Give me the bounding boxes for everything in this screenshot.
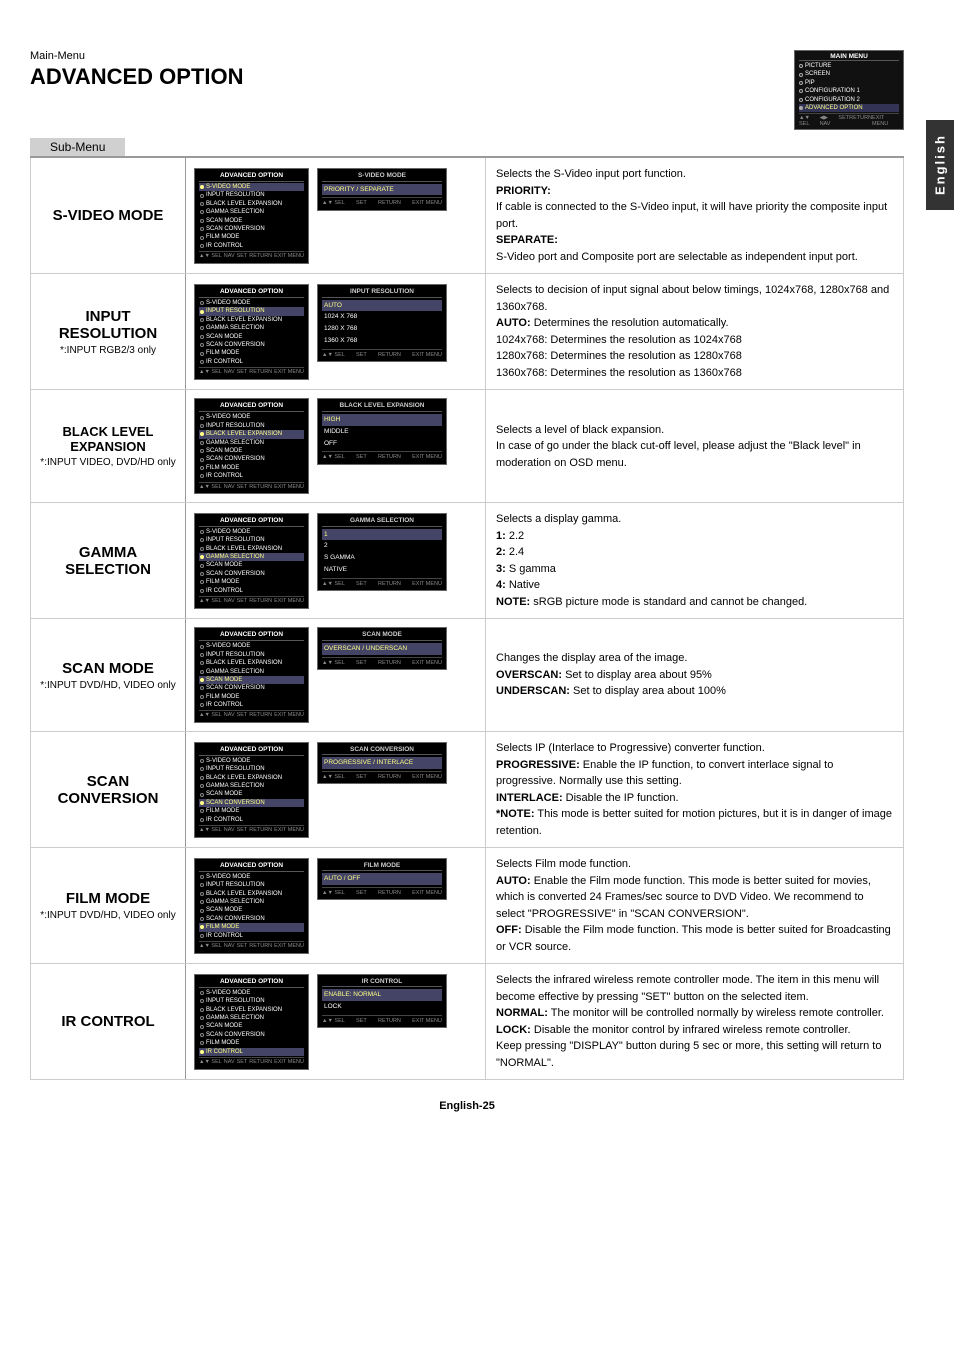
osd-inner: ADVANCED OPTIONS-VIDEO MODEINPUT RESOLUT…	[194, 742, 477, 838]
top-osd-item-active: ADVANCED OPTION	[799, 104, 899, 112]
osd-left-gamma-selection: ADVANCED OPTIONS-VIDEO MODEINPUT RESOLUT…	[194, 513, 309, 609]
section-row-gamma-selection: GAMMA SELECTION ADVANCED OPTIONS-VIDEO M…	[31, 503, 904, 619]
feature-name-text: SCAN MODE	[36, 660, 180, 677]
submenu-label: Sub-Menu	[30, 138, 125, 156]
description-scan-conversion: Selects IP (Interlace to Progressive) co…	[486, 732, 904, 848]
osd-screens-scan-conversion: ADVANCED OPTIONS-VIDEO MODEINPUT RESOLUT…	[186, 732, 486, 848]
top-osd-item: CONFIGURATION 2	[799, 96, 899, 104]
feature-name-text: GAMMA SELECTION	[36, 544, 180, 578]
feature-name-text: S-VIDEO MODE	[36, 207, 180, 224]
feature-name-scan-conversion: SCAN CONVERSION	[31, 732, 186, 848]
osd-right-input-resolution: INPUT RESOLUTIONAUTO1024 X 7681280 X 768…	[317, 284, 447, 362]
main-menu-label: Main-Menu	[30, 50, 244, 62]
header-section: Main-Menu ADVANCED OPTION MAIN MENU PICT…	[30, 50, 904, 130]
dot-icon	[799, 81, 803, 85]
osd-inner: ADVANCED OPTIONS-VIDEO MODEINPUT RESOLUT…	[194, 627, 477, 723]
tab-label: English	[933, 135, 948, 196]
description-film-mode: Selects Film mode function.AUTO: Enable …	[486, 848, 904, 964]
osd-right-scan-conversion: SCAN CONVERSIONPROGRESSIVE / INTERLACE▲▼…	[317, 742, 447, 785]
section-row-ir-control: IR CONTROL ADVANCED OPTIONS-VIDEO MODEIN…	[31, 964, 904, 1080]
feature-name-text: INPUT RESOLUTION	[36, 308, 180, 342]
feature-name-black-level-expansion: BLACK LEVELEXPANSION *:INPUT VIDEO, DVD/H…	[31, 390, 186, 503]
osd-left-scan-mode: ADVANCED OPTIONS-VIDEO MODEINPUT RESOLUT…	[194, 627, 309, 723]
top-osd-nav: ▲▼ SEL◀▶ NAVSETRETURNEXIT MENU	[799, 113, 899, 127]
dot-icon	[799, 73, 803, 77]
osd-inner: ADVANCED OPTIONS-VIDEO MODEINPUT RESOLUT…	[194, 974, 477, 1070]
feature-name-text: SCAN CONVERSION	[36, 773, 180, 807]
osd-screens-ir-control: ADVANCED OPTIONS-VIDEO MODEINPUT RESOLUT…	[186, 964, 486, 1080]
top-osd-item: PIP	[799, 79, 899, 87]
description-input-resolution: Selects to decision of input signal abou…	[486, 274, 904, 390]
osd-right-ir-control: IR CONTROLENABLE: NORMALLOCK▲▼ SELSETRET…	[317, 974, 447, 1029]
section-row-scan-conversion: SCAN CONVERSION ADVANCED OPTIONS-VIDEO M…	[31, 732, 904, 848]
description-black-level-expansion: Selects a level of black expansion.In ca…	[486, 390, 904, 503]
osd-inner: ADVANCED OPTIONS-VIDEO MODEINPUT RESOLUT…	[194, 284, 477, 380]
description-gamma-selection: Selects a display gamma.1: 2.22: 2.43: S…	[486, 503, 904, 619]
dot-icon	[799, 98, 803, 102]
section-row-input-resolution: INPUT RESOLUTION *:INPUT RGB2/3 only ADVA…	[31, 274, 904, 390]
top-osd-title: MAIN MENU	[799, 53, 899, 61]
dot-icon	[799, 89, 803, 93]
page-container: English Main-Menu ADVANCED OPTION MAIN M…	[0, 0, 954, 1351]
osd-left-s-video-mode: ADVANCED OPTIONS-VIDEO MODEINPUT RESOLUT…	[194, 168, 309, 264]
dot-filled-icon	[799, 106, 803, 110]
description-s-video-mode: Selects the S-Video input port function.…	[486, 157, 904, 274]
osd-screens-film-mode: ADVANCED OPTIONS-VIDEO MODEINPUT RESOLUT…	[186, 848, 486, 964]
section-row-scan-mode: SCAN MODE *:INPUT DVD/HD, VIDEO only ADVA…	[31, 619, 904, 732]
osd-screens-gamma-selection: ADVANCED OPTIONS-VIDEO MODEINPUT RESOLUT…	[186, 503, 486, 619]
section-row-black-level-expansion: BLACK LEVELEXPANSION *:INPUT VIDEO, DVD/H…	[31, 390, 904, 503]
language-tab: English	[926, 120, 954, 210]
feature-name-text: IR CONTROL	[36, 1013, 180, 1030]
osd-right-film-mode: FILM MODEAUTO / OFF▲▼ SELSETRETURNEXIT M…	[317, 858, 447, 901]
osd-right-black-level-expansion: BLACK LEVEL EXPANSIONHIGHMIDDLEOFF▲▼ SEL…	[317, 398, 447, 464]
dot-icon	[799, 64, 803, 68]
description-scan-mode: Changes the display area of the image.OV…	[486, 619, 904, 732]
feature-sub-label: *:INPUT DVD/HD, VIDEO only	[36, 910, 180, 921]
page-number: English-25	[30, 1100, 904, 1112]
feature-sub-label: *:INPUT VIDEO, DVD/HD only	[36, 457, 180, 468]
osd-right-scan-mode: SCAN MODEOVERSCAN / UNDERSCAN▲▼ SELSETRE…	[317, 627, 447, 670]
osd-right-s-video-mode: S-VIDEO MODEPRIORITY / SEPARATE▲▼ SELSET…	[317, 168, 447, 211]
osd-inner: ADVANCED OPTIONS-VIDEO MODEINPUT RESOLUT…	[194, 858, 477, 954]
osd-inner: ADVANCED OPTIONS-VIDEO MODEINPUT RESOLUT…	[194, 168, 477, 264]
top-osd-item: SCREEN	[799, 70, 899, 78]
page-title: ADVANCED OPTION	[30, 64, 244, 90]
feature-name-gamma-selection: GAMMA SELECTION	[31, 503, 186, 619]
feature-name-s-video-mode: S-VIDEO MODE	[31, 157, 186, 274]
feature-name-text: FILM MODE	[36, 890, 180, 907]
submenu-row: Sub-Menu	[30, 138, 904, 156]
osd-inner: ADVANCED OPTIONS-VIDEO MODEINPUT RESOLUT…	[194, 513, 477, 609]
osd-left-ir-control: ADVANCED OPTIONS-VIDEO MODEINPUT RESOLUT…	[194, 974, 309, 1070]
osd-screens-black-level-expansion: ADVANCED OPTIONS-VIDEO MODEINPUT RESOLUT…	[186, 390, 486, 503]
header-left: Main-Menu ADVANCED OPTION	[30, 50, 244, 95]
osd-inner: ADVANCED OPTIONS-VIDEO MODEINPUT RESOLUT…	[194, 398, 477, 494]
osd-right-gamma-selection: GAMMA SELECTION12S GAMMANATIVE▲▼ SELSETR…	[317, 513, 447, 591]
top-osd-item: CONFIGURATION 1	[799, 87, 899, 95]
feature-sub-label: *:INPUT DVD/HD, VIDEO only	[36, 680, 180, 691]
feature-name-ir-control: IR CONTROL	[31, 964, 186, 1080]
top-osd-item: PICTURE	[799, 62, 899, 70]
osd-left-scan-conversion: ADVANCED OPTIONS-VIDEO MODEINPUT RESOLUT…	[194, 742, 309, 838]
feature-name-film-mode: FILM MODE *:INPUT DVD/HD, VIDEO only	[31, 848, 186, 964]
feature-name-text: BLACK LEVELEXPANSION	[36, 424, 180, 454]
osd-screens-s-video-mode: ADVANCED OPTIONS-VIDEO MODEINPUT RESOLUT…	[186, 157, 486, 274]
section-row-s-video-mode: S-VIDEO MODE ADVANCED OPTIONS-VIDEO MODE…	[31, 157, 904, 274]
osd-screens-scan-mode: ADVANCED OPTIONS-VIDEO MODEINPUT RESOLUT…	[186, 619, 486, 732]
osd-screens-input-resolution: ADVANCED OPTIONS-VIDEO MODEINPUT RESOLUT…	[186, 274, 486, 390]
top-osd-preview: MAIN MENU PICTURE SCREEN PIP CONFIGURATI…	[794, 50, 904, 130]
osd-left-black-level-expansion: ADVANCED OPTIONS-VIDEO MODEINPUT RESOLUT…	[194, 398, 309, 494]
feature-name-input-resolution: INPUT RESOLUTION *:INPUT RGB2/3 only	[31, 274, 186, 390]
main-content: Main-Menu ADVANCED OPTION MAIN MENU PICT…	[30, 50, 914, 1112]
content-table: S-VIDEO MODE ADVANCED OPTIONS-VIDEO MODE…	[30, 156, 904, 1080]
osd-left-input-resolution: ADVANCED OPTIONS-VIDEO MODEINPUT RESOLUT…	[194, 284, 309, 380]
feature-name-scan-mode: SCAN MODE *:INPUT DVD/HD, VIDEO only	[31, 619, 186, 732]
section-row-film-mode: FILM MODE *:INPUT DVD/HD, VIDEO only ADVA…	[31, 848, 904, 964]
osd-left-film-mode: ADVANCED OPTIONS-VIDEO MODEINPUT RESOLUT…	[194, 858, 309, 954]
feature-sub-label: *:INPUT RGB2/3 only	[36, 345, 180, 356]
description-ir-control: Selects the infrared wireless remote con…	[486, 964, 904, 1080]
